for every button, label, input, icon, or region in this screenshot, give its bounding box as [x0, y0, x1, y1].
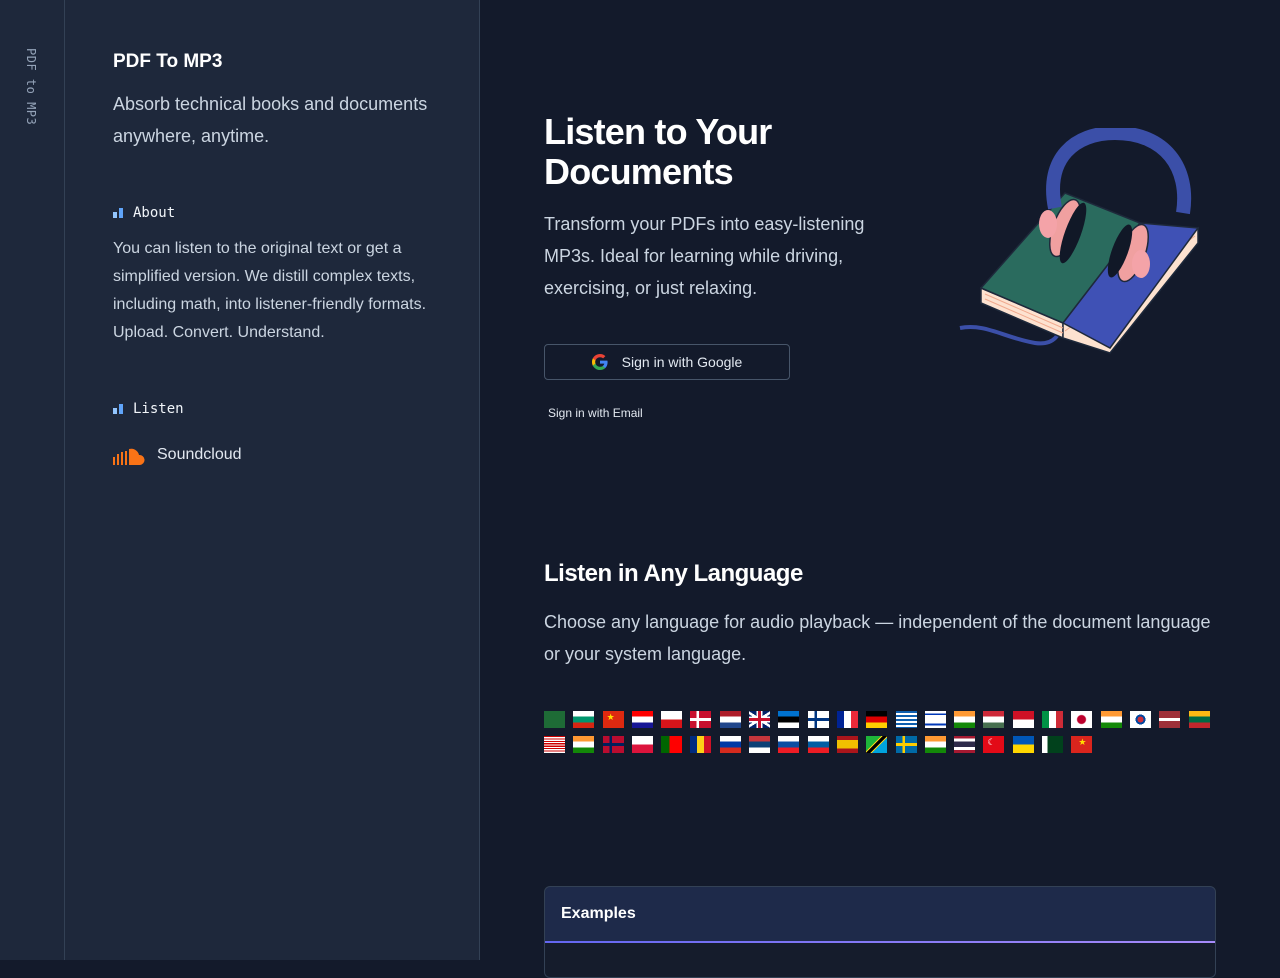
about-text: You can listen to the original text or g… [113, 240, 427, 341]
flag-rs-icon[interactable] [749, 736, 771, 753]
soundcloud-icon [113, 448, 145, 465]
flag-de-icon[interactable] [866, 711, 888, 728]
flag-in-icon[interactable] [954, 711, 976, 728]
flag-in-icon[interactable] [573, 736, 595, 753]
flag-ru-icon[interactable] [719, 736, 741, 753]
flag-hr-icon[interactable] [631, 711, 653, 728]
soundcloud-label: Soundcloud [157, 446, 242, 463]
flag-cz-icon[interactable] [661, 711, 683, 728]
flag-gr-icon[interactable] [895, 711, 917, 728]
flag-cn-icon[interactable]: ★ [602, 711, 624, 728]
flag-sk-icon[interactable] [778, 736, 800, 753]
flag-dk-icon[interactable] [690, 711, 712, 728]
flag-ee-icon[interactable] [778, 711, 800, 728]
flag-lt-icon[interactable] [1188, 711, 1210, 728]
flag-tr-icon[interactable]: ☾ [983, 736, 1005, 753]
flag-th-icon[interactable] [954, 736, 976, 753]
flag-ro-icon[interactable] [690, 736, 712, 753]
flag-pk-icon[interactable] [1042, 736, 1064, 753]
flag-sa-icon[interactable] [544, 711, 565, 728]
google-icon [591, 354, 608, 370]
headphones-book-illustration [959, 128, 1200, 354]
flag-id-icon[interactable] [1012, 711, 1034, 728]
examples-title: Examples [561, 905, 636, 922]
language-flags: ★ ☾ ★ [544, 711, 1234, 753]
flag-my-icon[interactable] [544, 736, 565, 753]
flag-hu-icon[interactable] [983, 711, 1005, 728]
flag-bg-icon[interactable] [573, 711, 595, 728]
about-heading: About [113, 205, 175, 221]
flag-fi-icon[interactable] [807, 711, 829, 728]
soundcloud-link[interactable]: Soundcloud [113, 445, 242, 465]
google-signin-button[interactable]: Sign in with Google [544, 344, 790, 380]
flag-in-icon[interactable] [1100, 711, 1122, 728]
flag-it-icon[interactable] [1042, 711, 1064, 728]
flag-si-icon[interactable] [807, 736, 829, 753]
flag-nl-icon[interactable] [719, 711, 741, 728]
listen-heading: Listen [113, 401, 184, 417]
sidebar: PDF To MP3 Absorb technical books and do… [65, 0, 480, 960]
flag-tz-icon[interactable] [866, 736, 888, 753]
about-heading-label: About [133, 205, 176, 221]
flag-pl-icon[interactable] [631, 736, 653, 753]
flag-jp-icon[interactable] [1071, 711, 1093, 728]
flag-fr-icon[interactable] [836, 711, 858, 728]
flag-no-icon[interactable] [602, 736, 624, 753]
bar-chart-icon [113, 208, 123, 218]
app-name: PDF To MP3 [113, 51, 223, 72]
listen-heading-label: Listen [133, 401, 184, 417]
side-rail: PDF to MP3 [0, 0, 65, 960]
bar-chart-icon [113, 404, 123, 414]
flag-es-icon[interactable] [836, 736, 858, 753]
flag-lv-icon[interactable] [1159, 711, 1181, 728]
flag-kr-icon[interactable] [1129, 711, 1151, 728]
flag-vn-icon[interactable]: ★ [1071, 736, 1093, 753]
app-tagline: Absorb technical books and documents any… [113, 94, 428, 146]
google-signin-label: Sign in with Google [621, 354, 743, 370]
rail-title: PDF to MP3 [24, 48, 38, 126]
flag-pt-icon[interactable] [661, 736, 683, 753]
languages-title: Listen in Any Language [544, 560, 803, 587]
examples-header: Examples [545, 887, 1215, 943]
flag-il-icon[interactable] [924, 711, 946, 728]
flag-se-icon[interactable] [895, 736, 917, 753]
hero-text: Transform your PDFs into easy-listening … [544, 214, 865, 298]
examples-body [545, 943, 1215, 977]
email-signin-link[interactable]: Sign in with Email [548, 406, 643, 420]
flag-gb-icon[interactable] [749, 711, 771, 728]
flag-in-icon[interactable] [924, 736, 946, 753]
hero-title: Listen to Your Documents [544, 111, 772, 192]
examples-panel: Examples [544, 886, 1216, 978]
languages-text: Choose any language for audio playback —… [544, 612, 1211, 664]
flag-ua-icon[interactable] [1012, 736, 1034, 753]
